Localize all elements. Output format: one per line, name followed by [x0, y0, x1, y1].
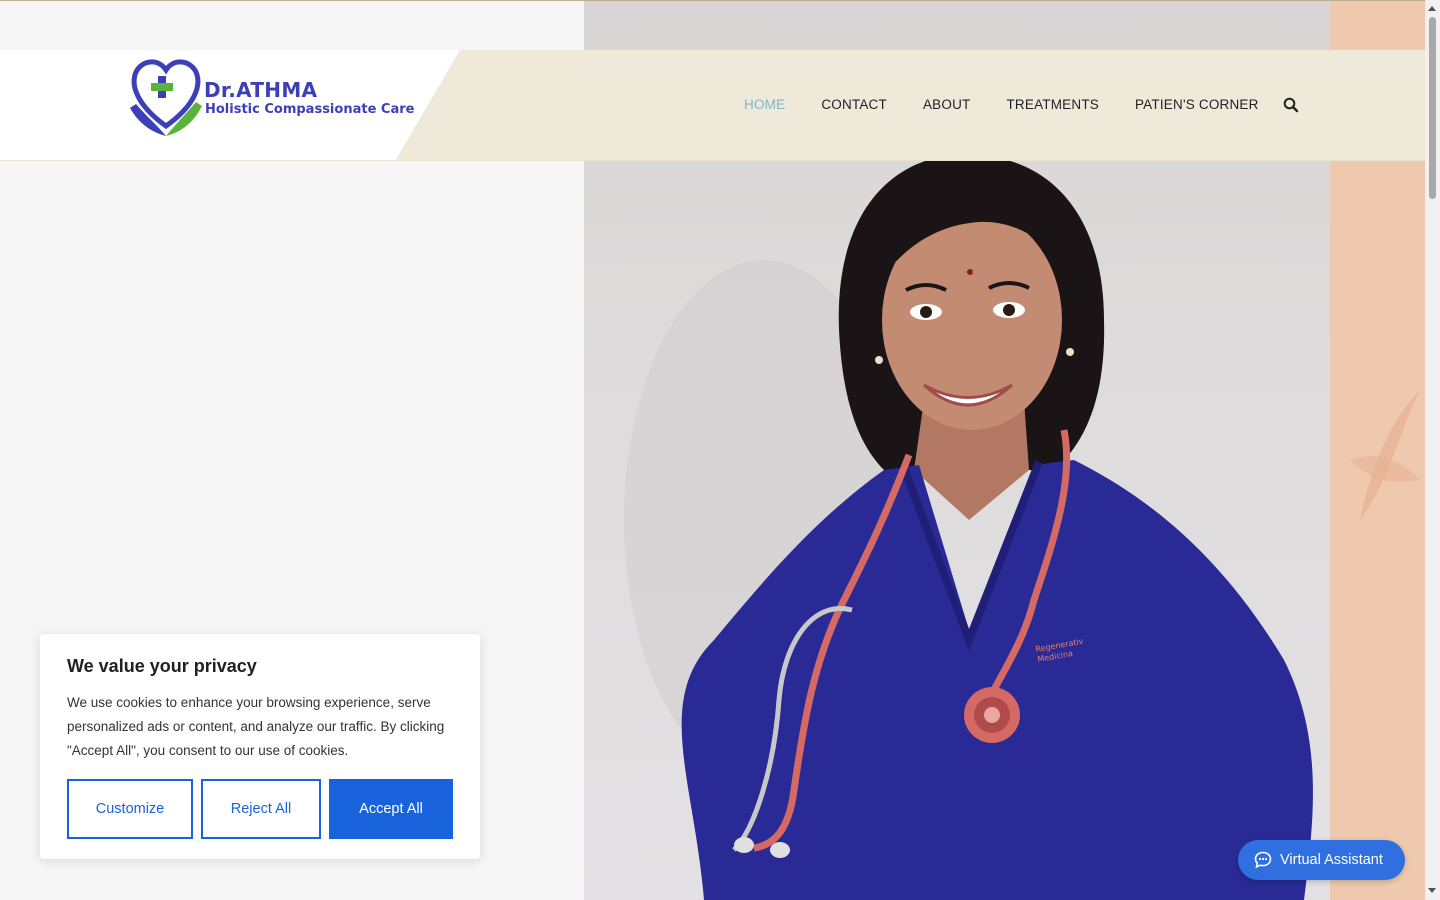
site-logo[interactable]: Dr.ATHMA Holistic Compassionate Care — [128, 56, 418, 140]
nav-home[interactable]: HOME — [744, 97, 785, 112]
chat-bubble-icon — [1254, 851, 1272, 869]
logo-subtitle: Holistic Compassionate Care — [205, 102, 415, 117]
accept-all-button[interactable]: Accept All — [329, 779, 453, 839]
leaf-decoration-icon — [1350, 390, 1420, 520]
cookie-consent-banner: We value your privacy We use cookies to … — [40, 634, 480, 859]
scrollbar-thumb[interactable] — [1429, 17, 1436, 199]
virtual-assistant-button[interactable]: Virtual Assistant — [1238, 840, 1405, 880]
scroll-up-arrow-icon[interactable] — [1428, 6, 1436, 11]
top-rule — [0, 0, 1425, 1]
header-divider — [0, 160, 1425, 161]
reject-all-button[interactable]: Reject All — [201, 779, 321, 839]
cookie-description: We use cookies to enhance your browsing … — [67, 695, 445, 758]
nav-about[interactable]: ABOUT — [923, 97, 971, 112]
customize-button[interactable]: Customize — [67, 779, 193, 839]
scroll-down-arrow-icon[interactable] — [1428, 888, 1436, 893]
virtual-assistant-label: Virtual Assistant — [1280, 852, 1383, 868]
search-icon[interactable] — [1283, 97, 1299, 113]
page-scrollbar[interactable] — [1425, 0, 1440, 900]
logo-title: Dr.ATHMA — [204, 78, 318, 102]
heart-hands-logo-icon — [130, 59, 202, 136]
cookie-button-group: Customize Reject All Accept All — [67, 779, 461, 839]
cookie-title: We value your privacy — [67, 656, 257, 676]
main-nav: HOME CONTACT ABOUT TREATMENTS PATIEN'S C… — [744, 97, 1295, 112]
nav-patients-corner[interactable]: PATIEN'S CORNER — [1135, 97, 1259, 112]
nav-contact[interactable]: CONTACT — [821, 97, 887, 112]
nav-treatments[interactable]: TREATMENTS — [1006, 97, 1099, 112]
